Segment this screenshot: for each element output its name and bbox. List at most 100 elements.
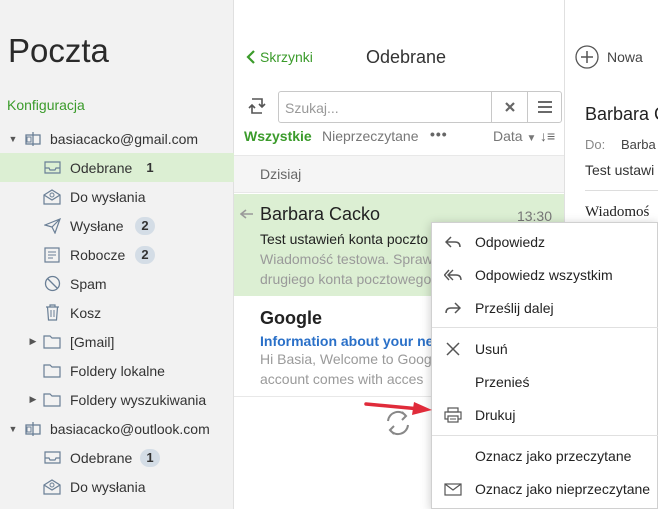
reader-divider [585, 190, 658, 191]
reply-icon [444, 233, 462, 251]
date-group-header: Dzisiaj [234, 155, 564, 193]
menu-separator [432, 327, 658, 328]
folder-tree: ▼ basiacacko@gmail.com Odebrane 1 Do wys… [0, 124, 234, 501]
menu-item-mark-read[interactable]: Oznacz jako przeczytane [432, 439, 658, 472]
folder-title: Odebrane [366, 47, 447, 67]
menu-item-reply-all[interactable]: Odpowiedz wszystkim [432, 258, 658, 291]
chevron-down-icon[interactable]: ▼ [8, 134, 18, 144]
sort-label: Data [493, 128, 523, 144]
chevron-left-icon [246, 50, 255, 64]
filter-bar: Wszystkie Nieprzeczytane ••• Data ▼ ↓≡ [244, 126, 562, 146]
sidebar-item-label: Do wysłania [70, 188, 146, 205]
menu-item-label: Usuń [475, 341, 508, 357]
search-input[interactable] [285, 98, 485, 118]
menu-item-mark-unread[interactable]: Oznacz jako nieprzeczytane [432, 472, 658, 505]
spam-icon [43, 275, 61, 293]
sidebar: Poczta Konfiguracja ▼ basiacacko@gmail.c… [0, 0, 234, 509]
message-subject: Information about your new [260, 333, 445, 349]
sidebar-item-outbox[interactable]: Do wysłania [0, 182, 234, 211]
sidebar-item-label: Spam [70, 275, 107, 292]
sidebar-item-label: Odebrane [70, 159, 133, 176]
sidebar-item-label: Foldery lokalne [70, 362, 165, 379]
new-message-button[interactable]: Nowa [575, 45, 643, 69]
chevron-down-icon[interactable]: ▼ [8, 424, 18, 434]
sidebar-item-drafts[interactable]: Robocze 2 [0, 240, 234, 269]
menu-item-forward[interactable]: Prześlij dalej [432, 291, 658, 324]
message-subject: Test ustawień konta poczto [260, 231, 429, 247]
sidebar-item-search-folders[interactable]: ▶ Foldery wyszukiwania [0, 385, 234, 414]
back-button[interactable]: Skrzynki [246, 49, 313, 65]
sidebar-item-label: Robocze [70, 246, 126, 263]
sidebar-item-label: Do wysłania [70, 478, 146, 495]
replied-icon [239, 208, 254, 222]
close-icon [504, 102, 515, 112]
sort-dropdown[interactable]: Data ▼ [493, 128, 536, 144]
account-label: basiacacko@gmail.com [50, 130, 199, 147]
forward-icon [444, 299, 462, 317]
reader-to-label: Do: [585, 137, 606, 152]
message-sender: Google [260, 308, 322, 328]
sidebar-item-inbox[interactable]: Odebrane 1 [0, 443, 234, 472]
mail-icon [444, 480, 462, 498]
unread-count-badge: 1 [140, 448, 160, 467]
folder-icon [43, 362, 61, 380]
reply-all-icon [444, 266, 462, 284]
unread-count-badge: 2 [135, 245, 155, 264]
back-label: Skrzynki [260, 49, 313, 65]
sync-button[interactable] [246, 95, 268, 117]
sidebar-item-inbox[interactable]: Odebrane 1 [0, 153, 234, 182]
menu-item-print[interactable]: Drukuj [432, 398, 658, 431]
sidebar-item-label: Kosz [70, 304, 102, 321]
folder-icon [43, 391, 61, 409]
sync-icon [248, 98, 266, 114]
reader-to: Barba [621, 137, 656, 152]
menu-item-label: Odpowiedz [475, 234, 546, 250]
sidebar-item-outbox[interactable]: Do wysłania [0, 472, 234, 501]
config-link[interactable]: Konfiguracja [7, 97, 85, 113]
date-group-label: Dzisiaj [260, 166, 302, 182]
account-label: basiacacko@outlook.com [50, 420, 210, 437]
reader-subject: Test ustawi [585, 162, 655, 178]
sidebar-item-local-folders[interactable]: Foldery lokalne [0, 356, 234, 385]
more-filters-button[interactable]: ••• [430, 126, 448, 142]
reader-sender: Barbara C [585, 104, 658, 124]
account-gmail[interactable]: ▼ basiacacko@gmail.com [0, 124, 234, 153]
plus-circle-icon [575, 45, 599, 69]
sidebar-item-gmail-folder[interactable]: ▶ [Gmail] [0, 327, 234, 356]
reader-body: Wiadomoś [585, 204, 650, 220]
account-icon [24, 130, 42, 148]
unread-count-badge: 1 [146, 159, 154, 175]
list-header: Skrzynki Odebrane [234, 0, 564, 85]
chevron-right-icon[interactable]: ▶ [28, 394, 38, 405]
menu-item-delete[interactable]: Usuń [432, 332, 658, 365]
chevron-right-icon[interactable]: ▶ [28, 336, 38, 347]
delete-icon [444, 340, 462, 358]
inbox-icon [43, 159, 61, 177]
hamburger-icon [537, 101, 552, 113]
sidebar-item-label: Odebrane [70, 449, 133, 466]
context-menu: Odpowiedz Odpowiedz wszystkim Prześlij d… [431, 222, 658, 509]
sort-direction-button[interactable]: ↓≡ [540, 128, 555, 144]
sent-icon [43, 217, 61, 235]
menu-separator [432, 435, 658, 436]
inbox-icon [43, 449, 61, 467]
menu-item-reply[interactable]: Odpowiedz [432, 225, 658, 258]
filter-all[interactable]: Wszystkie [244, 128, 312, 144]
sidebar-item-trash[interactable]: Kosz [0, 298, 234, 327]
unread-count-badge: 2 [135, 216, 155, 235]
new-message-label: Nowa [607, 49, 643, 65]
message-sender: Barbara Cacko [260, 204, 381, 224]
print-icon [444, 406, 462, 424]
account-outlook[interactable]: ▼ basiacacko@outlook.com [0, 414, 234, 443]
app-title: Poczta [8, 32, 109, 69]
search-box [278, 91, 562, 123]
outbox-icon [43, 478, 61, 496]
menu-item-move[interactable]: Przenieś [432, 365, 658, 398]
search-options-button[interactable] [527, 92, 561, 122]
clear-search-button[interactable] [491, 92, 527, 122]
filter-unread[interactable]: Nieprzeczytane [322, 128, 419, 144]
sidebar-item-spam[interactable]: Spam [0, 269, 234, 298]
sidebar-item-label: Wysłane [70, 217, 124, 234]
sidebar-item-sent[interactable]: Wysłane 2 [0, 211, 234, 240]
folder-icon [43, 333, 61, 351]
